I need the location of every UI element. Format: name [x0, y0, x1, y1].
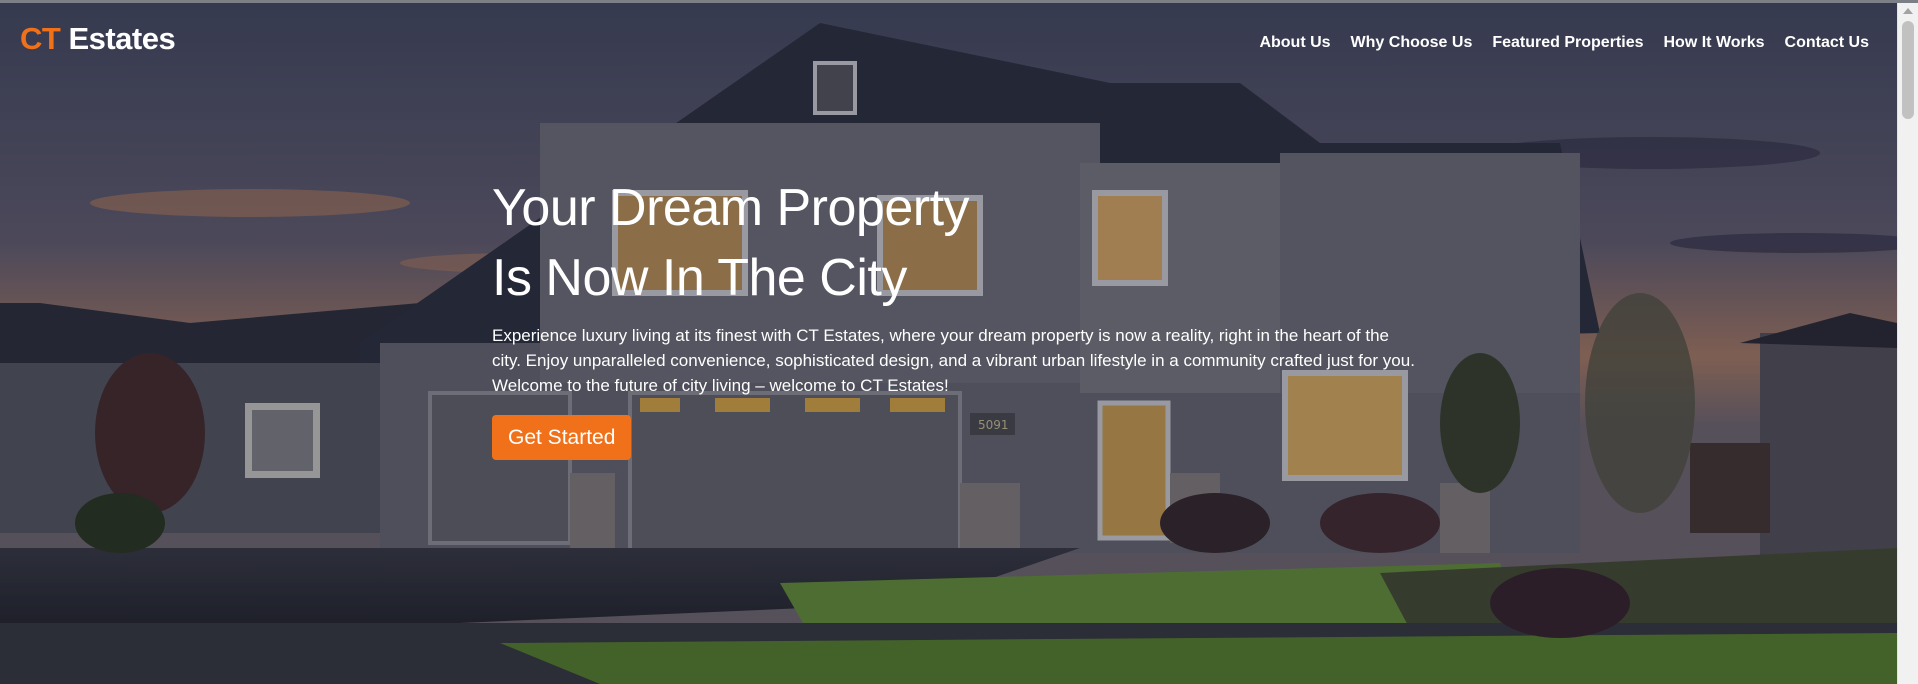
- main-nav: About Us Why Choose Us Featured Properti…: [1259, 34, 1869, 52]
- get-started-button[interactable]: Get Started: [492, 415, 632, 460]
- nav-link-how-it-works[interactable]: How It Works: [1664, 34, 1765, 52]
- hero-content: Your Dream Property Is Now In The City E…: [492, 173, 1422, 460]
- nav-link-featured-properties[interactable]: Featured Properties: [1492, 34, 1643, 52]
- nav-link-why-choose-us[interactable]: Why Choose Us: [1351, 34, 1473, 52]
- nav-link-contact-us[interactable]: Contact Us: [1785, 34, 1869, 52]
- logo-name-text: Estates: [60, 21, 176, 56]
- hero-title-line-1: Your Dream Property: [492, 179, 970, 237]
- logo-accent-text: CT: [20, 21, 61, 56]
- site-logo[interactable]: CT Estates: [20, 21, 176, 57]
- hero-description: Experience luxury living at its finest w…: [492, 326, 1415, 395]
- nav-link-about-us[interactable]: About Us: [1259, 34, 1330, 52]
- hero-title-line-2: Is Now In The City: [492, 249, 907, 307]
- hero-section: 5091 CT Estates About Us Why Choose Us F…: [0, 3, 1897, 684]
- vertical-scrollbar[interactable]: [1897, 3, 1918, 684]
- hero-title: Your Dream Property Is Now In The City: [492, 173, 1422, 313]
- site-header: CT Estates About Us Why Choose Us Featur…: [0, 3, 1897, 83]
- scrollbar-thumb[interactable]: [1902, 21, 1914, 119]
- scroll-up-arrow-icon[interactable]: [1903, 8, 1913, 14]
